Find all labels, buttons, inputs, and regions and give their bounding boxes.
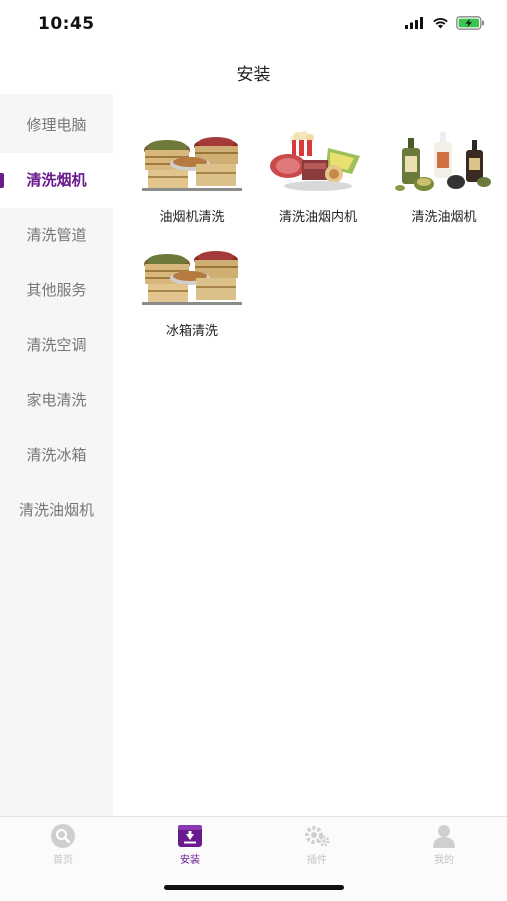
status-time: 10:45 [38, 14, 95, 34]
sidebar-item-computer-repair[interactable]: 修理电脑 [0, 98, 113, 153]
home-indicator [164, 885, 344, 890]
sidebar-item-label: 修理电脑 [26, 116, 87, 134]
sidebar-item-label: 清洗烟机 [26, 171, 87, 189]
sidebar-item-ac-cleaning[interactable]: 清洗空调 [0, 318, 113, 373]
grain-baskets-image [142, 137, 242, 191]
grid-item-label: 油烟机清洗 [159, 210, 225, 225]
sidebar-item-label: 清洗冰箱 [26, 446, 87, 464]
page-title: 安装 [236, 65, 271, 85]
sidebar-item-other-services[interactable]: 其他服务 [0, 263, 113, 318]
grid-item-fridge-cleaning[interactable]: 冰箱清洗 [129, 244, 255, 339]
grid-item-hood-cleaning[interactable]: 油烟机清洗 [129, 130, 255, 225]
status-bar: 10:45 [0, 0, 507, 50]
sidebar-item-appliance-cleaning[interactable]: 家电清洗 [0, 373, 113, 428]
category-sidebar: 修理电脑 清洗烟机 清洗管道 其他服务 清洗空调 家电清洗 清洗冰箱 清洗油烟机 [0, 94, 113, 816]
grid-item-label: 冰箱清洗 [165, 324, 218, 339]
sidebar-item-hood-cleaning[interactable]: 清洗烟机 [0, 153, 113, 208]
sidebar-item-range-hood-cleaning[interactable]: 清洗油烟机 [0, 483, 113, 538]
tab-home[interactable]: 首页 [0, 823, 126, 866]
grain-baskets-image [142, 251, 242, 305]
tab-label: 安装 [180, 855, 200, 866]
user-icon [433, 825, 455, 848]
gears-icon [305, 826, 330, 847]
food-platter-image [270, 131, 360, 191]
sidebar-item-label: 家电清洗 [26, 391, 87, 409]
sidebar-item-pipe-cleaning[interactable]: 清洗管道 [0, 208, 113, 263]
status-icons [405, 16, 485, 30]
download-box-icon [178, 825, 202, 847]
sidebar-item-label: 清洗空调 [26, 336, 87, 354]
signal-icon [405, 17, 423, 29]
wifi-icon [433, 18, 448, 29]
service-grid: 油烟机清洗 清洗油烟内机 清洗油烟机 冰箱清洗 [113, 94, 507, 816]
grid-item-label: 清洗油烟机 [411, 210, 477, 225]
tab-profile[interactable]: 我的 [381, 823, 507, 866]
tab-label: 首页 [53, 855, 73, 866]
sidebar-item-label: 其他服务 [26, 281, 87, 299]
tab-label: 插件 [307, 855, 327, 866]
tab-install[interactable]: 安装 [127, 823, 253, 866]
sidebar-item-fridge-cleaning[interactable]: 清洗冰箱 [0, 428, 113, 483]
active-indicator [0, 173, 4, 188]
sidebar-item-label: 清洗管道 [26, 226, 87, 244]
grid-item-inner-hood-cleaning[interactable]: 清洗油烟内机 [255, 130, 381, 225]
grid-item-range-hood-cleaning[interactable]: 清洗油烟机 [381, 130, 507, 225]
grid-item-label: 清洗油烟内机 [278, 210, 357, 225]
nav-bar: 安装 [0, 50, 507, 94]
sidebar-item-label: 清洗油烟机 [18, 501, 94, 519]
bottles-image [395, 132, 491, 191]
tab-label: 我的 [434, 855, 454, 866]
tab-plugins[interactable]: 插件 [254, 823, 380, 866]
battery-charging-icon [456, 16, 484, 30]
search-icon [51, 824, 75, 848]
